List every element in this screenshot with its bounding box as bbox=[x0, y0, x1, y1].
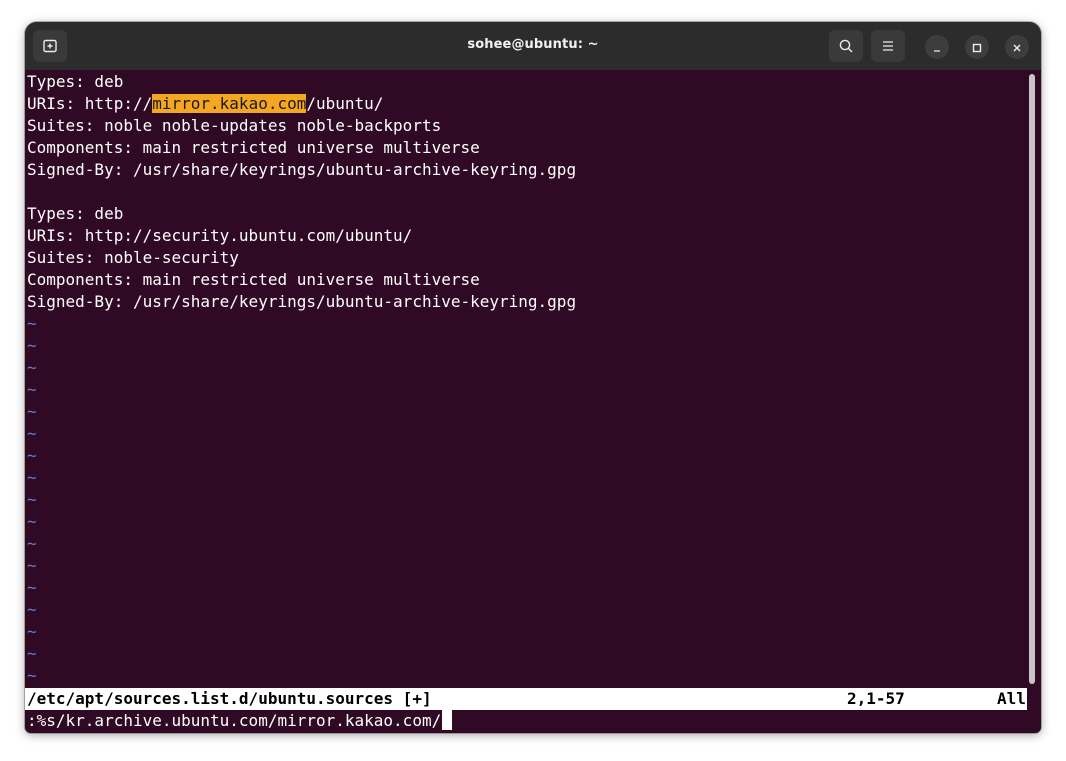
line-text: URIs: http://security.ubuntu.com/ubuntu/ bbox=[27, 226, 413, 245]
line-text: Suites: noble noble-updates noble-backpo… bbox=[27, 116, 442, 135]
empty-line-tilde: ~ bbox=[27, 424, 37, 443]
terminal-window: sohee@ubuntu: ~ Types: deb URIs: http://… bbox=[25, 22, 1041, 733]
maximize-icon bbox=[972, 38, 982, 57]
empty-line-tilde: ~ bbox=[27, 644, 37, 663]
empty-line-tilde: ~ bbox=[27, 402, 37, 421]
empty-line-tilde: ~ bbox=[27, 666, 37, 685]
search-button[interactable] bbox=[829, 30, 863, 62]
line-text: Types: deb bbox=[27, 72, 124, 91]
empty-line-tilde: ~ bbox=[27, 468, 37, 487]
text-cursor bbox=[442, 710, 453, 730]
vim-command-line[interactable]: :%s/kr.archive.ubuntu.com/mirror.kakao.c… bbox=[27, 710, 453, 732]
search-icon bbox=[838, 38, 854, 54]
close-button[interactable] bbox=[1005, 35, 1029, 59]
empty-line-tilde: ~ bbox=[27, 556, 37, 575]
editor-line: Suites: noble noble-updates noble-backpo… bbox=[27, 115, 441, 137]
line-text: URIs: http:// bbox=[27, 94, 153, 113]
command-text: :%s/kr.archive.ubuntu.com/mirror.kakao.c… bbox=[27, 711, 442, 730]
line-text: /ubuntu/ bbox=[306, 94, 384, 113]
line-text: Components: main restricted universe mul… bbox=[27, 138, 480, 157]
vim-status-line: /etc/apt/sources.list.d/ubuntu.sources [… bbox=[25, 688, 1027, 710]
empty-line-tilde: ~ bbox=[27, 446, 37, 465]
empty-line-tilde: ~ bbox=[27, 622, 37, 641]
title-bar[interactable]: sohee@ubuntu: ~ bbox=[25, 22, 1041, 71]
close-icon bbox=[1012, 38, 1022, 57]
line-text: Signed-By: /usr/share/keyrings/ubuntu-ar… bbox=[27, 292, 577, 311]
empty-line-tilde: ~ bbox=[27, 600, 37, 619]
scrollbar[interactable] bbox=[1029, 74, 1035, 684]
editor-line: Types: deb bbox=[27, 71, 123, 93]
empty-line-tilde: ~ bbox=[27, 380, 37, 399]
empty-line-tilde: ~ bbox=[27, 534, 37, 553]
editor-line: Signed-By: /usr/share/keyrings/ubuntu-ar… bbox=[27, 159, 576, 181]
status-cursor-position: 2,1-57 bbox=[847, 689, 905, 708]
search-highlight: mirror.kakao.com bbox=[152, 94, 307, 113]
empty-line-tilde: ~ bbox=[27, 512, 37, 531]
empty-line-tilde: ~ bbox=[27, 358, 37, 377]
empty-line-tilde: ~ bbox=[27, 490, 37, 509]
editor-line: Types: deb bbox=[27, 203, 123, 225]
empty-line-tilde: ~ bbox=[27, 314, 37, 333]
minimize-button[interactable] bbox=[925, 35, 949, 59]
status-filename: /etc/apt/sources.list.d/ubuntu.sources [… bbox=[27, 689, 432, 708]
empty-line-tilde: ~ bbox=[27, 336, 37, 355]
status-scroll: All bbox=[997, 689, 1026, 708]
terminal-area[interactable]: Types: deb URIs: http://mirror.kakao.com/… bbox=[25, 70, 1041, 733]
editor-line: Suites: noble-security bbox=[27, 247, 239, 269]
editor-line: URIs: http://security.ubuntu.com/ubuntu/ bbox=[27, 225, 412, 247]
empty-line-tilde: ~ bbox=[27, 578, 37, 597]
line-text: Types: deb bbox=[27, 204, 124, 223]
line-text: Components: main restricted universe mul… bbox=[27, 270, 480, 289]
editor-line: Signed-By: /usr/share/keyrings/ubuntu-ar… bbox=[27, 291, 576, 313]
editor-line: URIs: http://mirror.kakao.com/ubuntu/ bbox=[27, 93, 383, 115]
editor-line: Components: main restricted universe mul… bbox=[27, 269, 480, 291]
hamburger-menu-icon bbox=[881, 39, 895, 53]
minimize-icon bbox=[932, 38, 942, 57]
line-text: Suites: noble-security bbox=[27, 248, 239, 267]
line-text: Signed-By: /usr/share/keyrings/ubuntu-ar… bbox=[27, 160, 577, 179]
menu-button[interactable] bbox=[871, 30, 905, 62]
maximize-button[interactable] bbox=[965, 35, 989, 59]
editor-line: Components: main restricted universe mul… bbox=[27, 137, 480, 159]
